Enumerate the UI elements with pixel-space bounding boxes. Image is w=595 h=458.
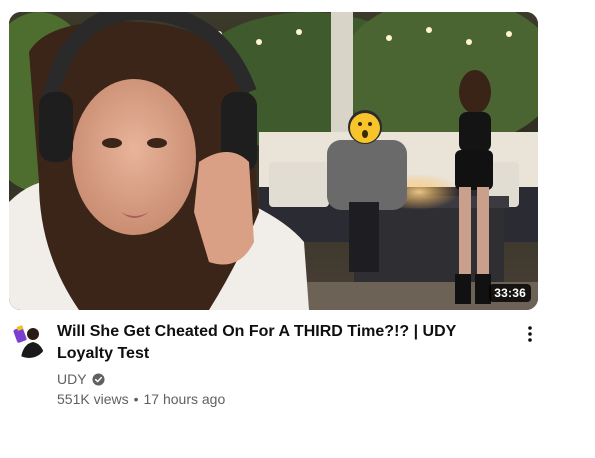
duration-badge: 33:36 [489,284,531,302]
verified-check-icon [92,372,105,386]
meta-separator: • [133,391,139,407]
thumbnail-image [9,12,538,310]
upload-age: 17 hours ago [143,391,226,407]
more-actions-button[interactable] [516,320,544,348]
channel-name[interactable]: UDY [57,371,87,387]
view-count: 551K views [57,391,129,407]
video-title[interactable]: Will She Get Cheated On For A THIRD Time… [57,321,497,365]
video-metadata: 551K views • 17 hours ago [57,391,225,407]
video-card[interactable]: 33:36 Will She Get Cheated On For A THIR… [0,0,595,458]
channel-avatar[interactable] [11,322,47,358]
more-vert-icon [528,326,532,342]
channel-row: UDY [57,371,105,387]
video-thumbnail[interactable]: 33:36 [9,12,538,310]
